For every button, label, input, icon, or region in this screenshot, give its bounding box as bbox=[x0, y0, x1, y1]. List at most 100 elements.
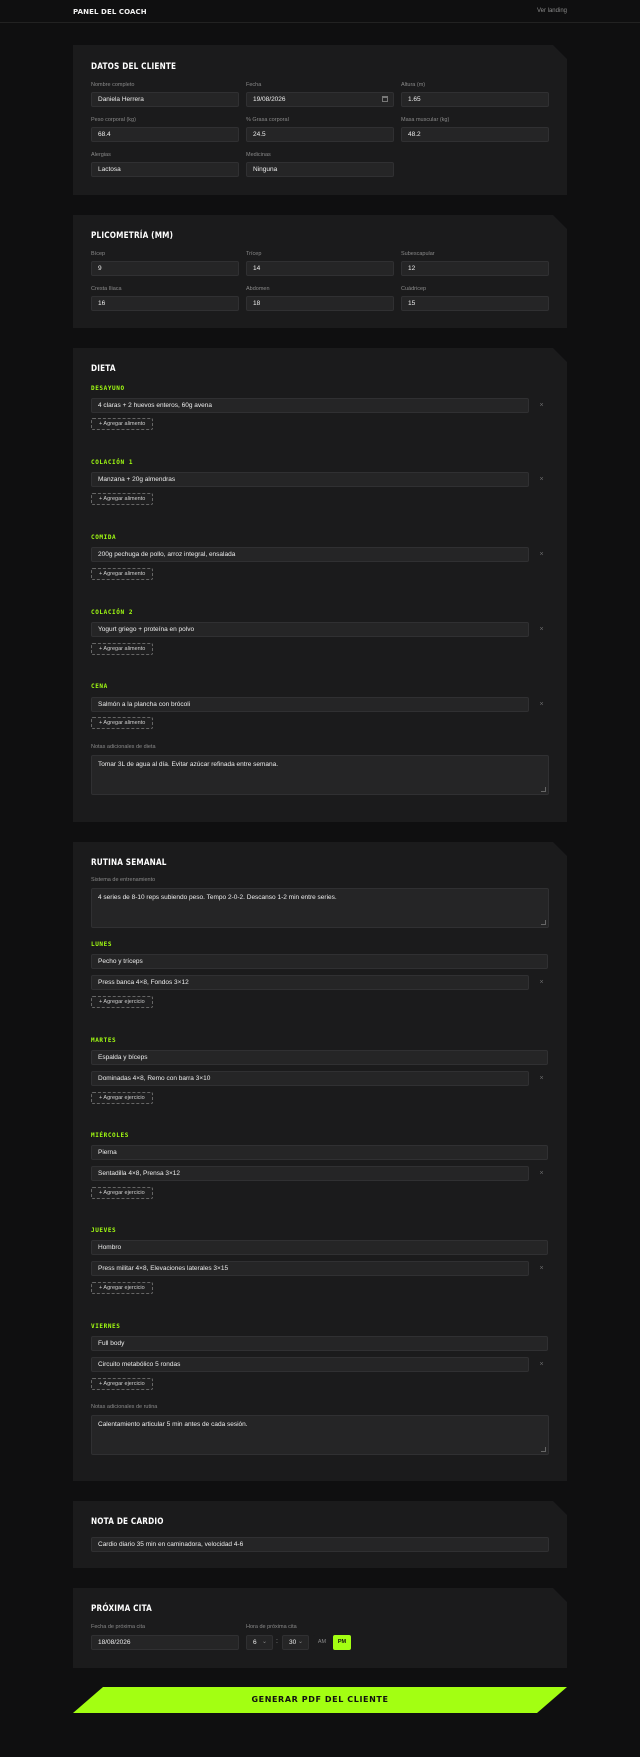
subscapular-label: Subescapular bbox=[401, 251, 435, 257]
diet-notes-label: Notas adicionales de dieta bbox=[91, 744, 156, 750]
meal-title: CENA bbox=[91, 683, 108, 690]
remove-item-button[interactable]: × bbox=[534, 472, 549, 487]
client-data-card: DATOS DEL CLIENTE Nombre completo Daniel… bbox=[73, 45, 567, 195]
muscle-input[interactable]: 48.2 bbox=[401, 127, 549, 142]
add-food-button[interactable]: + Agregar alimento bbox=[91, 418, 154, 430]
remove-exercise-button[interactable]: × bbox=[534, 1071, 549, 1086]
quadricep-label: Cuádricep bbox=[401, 286, 427, 292]
appointment-date-input[interactable]: 18/08/2026 bbox=[91, 1635, 239, 1650]
pm-toggle[interactable]: PM bbox=[333, 1635, 351, 1650]
bicep-label: Bícep bbox=[91, 251, 106, 257]
exercise-input[interactable]: Dominadas 4×8, Remo con barra 3×10 bbox=[91, 1071, 529, 1086]
training-system-label: Sistema de entrenamiento bbox=[91, 877, 156, 883]
height-label: Altura (m) bbox=[401, 82, 426, 88]
calendar-icon[interactable] bbox=[382, 96, 388, 102]
meal-item-input[interactable]: Yogurt griego + proteína en polvo bbox=[91, 622, 529, 637]
remove-exercise-button[interactable]: × bbox=[534, 1357, 549, 1372]
iliac-crest-input[interactable]: 16 bbox=[91, 296, 239, 311]
top-bar: PANEL DEL COACH Ver landing bbox=[0, 0, 640, 23]
day-title: MARTES bbox=[91, 1037, 117, 1044]
diet-card: DIETA DESAYUNO 4 claras + 2 huevos enter… bbox=[73, 348, 567, 822]
day-focus-input[interactable]: Pierna bbox=[91, 1145, 548, 1160]
add-food-button[interactable]: + Agregar alimento bbox=[91, 717, 154, 729]
fat-label: % Grasa corporal bbox=[246, 117, 289, 123]
exercise-input[interactable]: Press banca 4×8, Fondos 3×12 bbox=[91, 975, 529, 990]
add-exercise-button[interactable]: + Agregar ejercicio bbox=[91, 996, 153, 1008]
add-food-button[interactable]: + Agregar alimento bbox=[91, 568, 154, 580]
diet-notes-textarea[interactable]: Tomar 3L de agua al día. Evitar azúcar r… bbox=[91, 755, 549, 795]
remove-exercise-button[interactable]: × bbox=[534, 1261, 549, 1276]
cardio-note-input[interactable]: Cardio diario 35 min en caminadora, velo… bbox=[91, 1537, 549, 1552]
training-system-textarea[interactable]: 4 series de 8-10 reps subiendo peso. Tem… bbox=[91, 888, 549, 928]
exercise-input[interactable]: Sentadilla 4×8, Prensa 3×12 bbox=[91, 1166, 529, 1181]
add-exercise-button[interactable]: + Agregar ejercicio bbox=[91, 1187, 153, 1199]
card-title: RUTINA SEMANAL bbox=[91, 858, 167, 868]
meds-input[interactable]: Ninguna bbox=[246, 162, 394, 177]
tricep-label: Trícep bbox=[246, 251, 262, 257]
remove-exercise-button[interactable]: × bbox=[534, 975, 549, 990]
date-input[interactable]: 19/08/2026 bbox=[246, 92, 394, 107]
day-title: VIERNES bbox=[91, 1323, 121, 1330]
day-focus-input[interactable]: Full body bbox=[91, 1336, 548, 1351]
card-title: PRÓXIMA CITA bbox=[91, 1604, 153, 1614]
resize-handle-icon[interactable] bbox=[541, 1447, 546, 1452]
remove-item-button[interactable]: × bbox=[534, 697, 549, 712]
quadricep-input[interactable]: 15 bbox=[401, 296, 549, 311]
hour-value: 6 bbox=[253, 1639, 257, 1646]
remove-exercise-button[interactable]: × bbox=[534, 1166, 549, 1181]
card-title: DATOS DEL CLIENTE bbox=[91, 62, 177, 72]
exercise-input[interactable]: Press militar 4×8, Elevaciones laterales… bbox=[91, 1261, 529, 1276]
remove-item-button[interactable]: × bbox=[534, 622, 549, 637]
add-exercise-button[interactable]: + Agregar ejercicio bbox=[91, 1378, 153, 1390]
landing-link[interactable]: Ver landing bbox=[537, 8, 567, 14]
card-title: PLICOMETRÍA (MM) bbox=[91, 231, 174, 241]
add-exercise-button[interactable]: + Agregar ejercicio bbox=[91, 1282, 153, 1294]
meal-item-input[interactable]: 200g pechuga de pollo, arroz integral, e… bbox=[91, 547, 529, 562]
hour-select[interactable]: 6 ⌄ bbox=[246, 1635, 273, 1650]
meal-item-input[interactable]: 4 claras + 2 huevos enteros, 60g avena bbox=[91, 398, 529, 413]
day-title: LUNES bbox=[91, 941, 113, 948]
routine-card: RUTINA SEMANAL Sistema de entrenamiento … bbox=[73, 842, 567, 1481]
muscle-label: Masa muscular (kg) bbox=[401, 117, 450, 123]
meal-title: COLACIÓN 2 bbox=[91, 609, 134, 616]
day-focus-input[interactable]: Pecho y tríceps bbox=[91, 954, 548, 969]
meds-label: Medicinas bbox=[246, 152, 271, 158]
allergies-input[interactable]: Lactosa bbox=[91, 162, 239, 177]
iliac-crest-label: Cresta Iliaca bbox=[91, 286, 122, 292]
bicep-input[interactable]: 9 bbox=[91, 261, 239, 276]
routine-notes-textarea[interactable]: Calentamiento articular 5 min antes de c… bbox=[91, 1415, 549, 1455]
remove-item-button[interactable]: × bbox=[534, 398, 549, 413]
exercise-input[interactable]: Circuito metabólico 5 rondas bbox=[91, 1357, 529, 1372]
chevron-down-icon: ⌄ bbox=[261, 1639, 267, 1645]
appointment-date-label: Fecha de próxima cita bbox=[91, 1624, 146, 1630]
abdomen-input[interactable]: 18 bbox=[246, 296, 394, 311]
day-title: MIÉRCOLES bbox=[91, 1132, 129, 1139]
minute-select[interactable]: 30 ⌄ bbox=[282, 1635, 309, 1650]
resize-handle-icon[interactable] bbox=[541, 787, 546, 792]
am-toggle[interactable]: AM bbox=[313, 1635, 331, 1650]
chevron-down-icon: ⌄ bbox=[297, 1639, 303, 1645]
day-focus-input[interactable]: Hombro bbox=[91, 1240, 548, 1255]
routine-notes-label: Notas adicionales de rutina bbox=[91, 1404, 158, 1410]
tricep-input[interactable]: 14 bbox=[246, 261, 394, 276]
weight-input[interactable]: 68.4 bbox=[91, 127, 239, 142]
meal-item-input[interactable]: Manzana + 20g almendras bbox=[91, 472, 529, 487]
meal-item-input[interactable]: Salmón a la plancha con brócoli bbox=[91, 697, 529, 712]
day-title: JUEVES bbox=[91, 1227, 117, 1234]
meal-title: DESAYUNO bbox=[91, 385, 125, 392]
subscapular-input[interactable]: 12 bbox=[401, 261, 549, 276]
appointment-card: PRÓXIMA CITA Fecha de próxima cita 18/08… bbox=[73, 1588, 567, 1668]
add-food-button[interactable]: + Agregar alimento bbox=[91, 643, 154, 655]
add-food-button[interactable]: + Agregar alimento bbox=[91, 493, 154, 505]
weight-label: Peso corporal (kg) bbox=[91, 117, 136, 123]
height-input[interactable]: 1.65 bbox=[401, 92, 549, 107]
resize-handle-icon[interactable] bbox=[541, 920, 546, 925]
add-exercise-button[interactable]: + Agregar ejercicio bbox=[91, 1092, 153, 1104]
generate-pdf-button[interactable]: GENERAR PDF DEL CLIENTE bbox=[73, 1687, 567, 1713]
meal-title: COLACIÓN 1 bbox=[91, 459, 134, 466]
name-input[interactable]: Daniela Herrera bbox=[91, 92, 239, 107]
remove-item-button[interactable]: × bbox=[534, 547, 549, 562]
day-focus-input[interactable]: Espalda y bíceps bbox=[91, 1050, 548, 1065]
fat-input[interactable]: 24.5 bbox=[246, 127, 394, 142]
name-label: Nombre completo bbox=[91, 82, 135, 88]
